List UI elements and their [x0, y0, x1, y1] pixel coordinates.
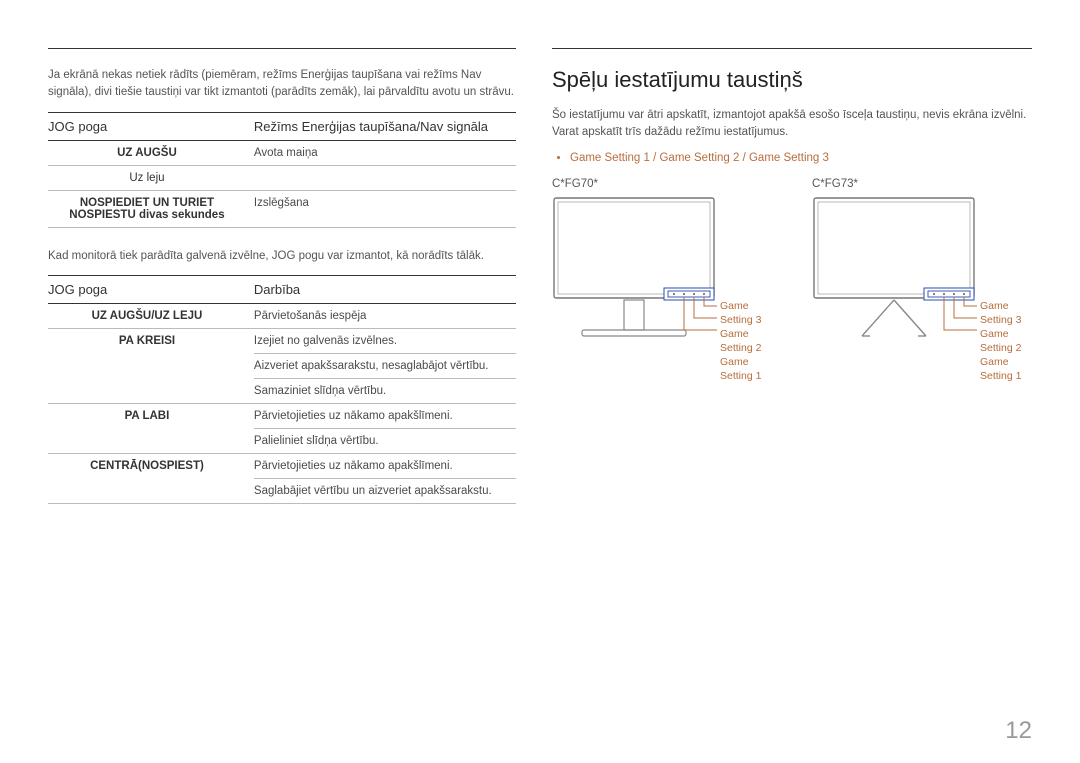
right-column: Spēļu iestatījumu taustiņš Šo iestatījum… — [552, 48, 1032, 524]
col-header: JOG poga — [48, 275, 254, 303]
table-header-row: JOG poga Režīms Enerģijas taupīšana/Nav … — [48, 112, 516, 140]
cell: Aizveriet apakšsarakstu, nesaglabājot vē… — [254, 353, 516, 378]
table-row: NOSPIEDIET UN TURIET NOSPIESTU divas sek… — [48, 190, 516, 227]
left-column: Ja ekrānā nekas netiek rādīts (piemēram,… — [48, 48, 516, 524]
cell: Avota maiņa — [254, 140, 516, 165]
table-row: PA KREISI Izejiet no galvenās izvēlnes. — [48, 328, 516, 353]
mid-paragraph: Kad monitorā tiek parādīta galvenā izvēl… — [48, 248, 516, 265]
cell: Palieliniet slīdņa vērtību. — [254, 428, 516, 453]
game-setting-label: Game Setting 2 — [720, 327, 772, 355]
intro-paragraph: Šo iestatījumu var ātri apskatīt, izmant… — [552, 107, 1032, 142]
monitor-diagrams: C*FG70* G — [552, 178, 1032, 384]
bullet-item: Game Setting 1 / Game Setting 2 / Game S… — [570, 152, 1032, 164]
model-label: C*FG73* — [812, 178, 1032, 190]
cell: CENTRĀ(NOSPIEST) — [48, 453, 254, 503]
table-row: CENTRĀ(NOSPIEST) Pārvietojieties uz nāka… — [48, 453, 516, 478]
model-block: C*FG73* Game Setting — [812, 178, 1032, 384]
cell: Izslēgšana — [254, 190, 516, 227]
table-row: UZ AUGŠU Avota maiņa — [48, 140, 516, 165]
cell: Samaziniet slīdņa vērtību. — [254, 378, 516, 403]
table-row: UZ AUGŠU/UZ LEJU Pārvietošanās iespēja — [48, 303, 516, 328]
cell — [254, 165, 516, 190]
cell: Pārvietošanās iespēja — [254, 303, 516, 328]
game-setting-label: Game Setting 3 — [720, 299, 772, 327]
cell: PA LABI — [48, 403, 254, 453]
game-setting-label: Game Setting 2 — [980, 327, 1032, 355]
game-setting-label: Game Setting 3 — [980, 299, 1032, 327]
table-row: Uz leju — [48, 165, 516, 190]
rule — [48, 48, 516, 49]
cell: Pārvietojieties uz nākamo apakšlīmeni. — [254, 453, 516, 478]
cell: PA KREISI — [48, 328, 254, 403]
game-setting-labels: Game Setting 3 Game Setting 2 Game Setti… — [720, 299, 772, 384]
cell: Pārvietojieties uz nākamo apakšlīmeni. — [254, 403, 516, 428]
table-power-mode: JOG poga Režīms Enerģijas taupīšana/Nav … — [48, 112, 516, 228]
col-header: JOG poga — [48, 112, 254, 140]
table-jog-actions: JOG poga Darbība UZ AUGŠU/UZ LEJU Pārvie… — [48, 275, 516, 504]
model-block: C*FG70* G — [552, 178, 772, 384]
bullet-list: Game Setting 1 / Game Setting 2 / Game S… — [552, 152, 1032, 164]
intro-paragraph: Ja ekrānā nekas netiek rādīts (piemēram,… — [48, 67, 516, 102]
cell: UZ AUGŠU/UZ LEJU — [48, 303, 254, 328]
page-number: 12 — [1005, 717, 1032, 745]
col-header: Režīms Enerģijas taupīšana/Nav signāla — [254, 112, 516, 140]
cell: NOSPIEDIET UN TURIET NOSPIESTU divas sek… — [48, 190, 254, 227]
cell: Uz leju — [48, 165, 254, 190]
game-setting-label: Game Setting 1 — [720, 355, 772, 383]
game-setting-labels: Game Setting 3 Game Setting 2 Game Setti… — [980, 299, 1032, 384]
table-header-row: JOG poga Darbība — [48, 275, 516, 303]
col-header: Darbība — [254, 275, 516, 303]
cell: Izejiet no galvenās izvēlnes. — [254, 328, 516, 353]
cell: UZ AUGŠU — [48, 140, 254, 165]
game-setting-label: Game Setting 1 — [980, 355, 1032, 383]
table-row: PA LABI Pārvietojieties uz nākamo apakšl… — [48, 403, 516, 428]
rule — [552, 48, 1032, 49]
cell: Saglabājiet vērtību un aizveriet apakšsa… — [254, 478, 516, 503]
model-label: C*FG70* — [552, 178, 772, 190]
section-title: Spēļu iestatījumu taustiņš — [552, 67, 1032, 93]
